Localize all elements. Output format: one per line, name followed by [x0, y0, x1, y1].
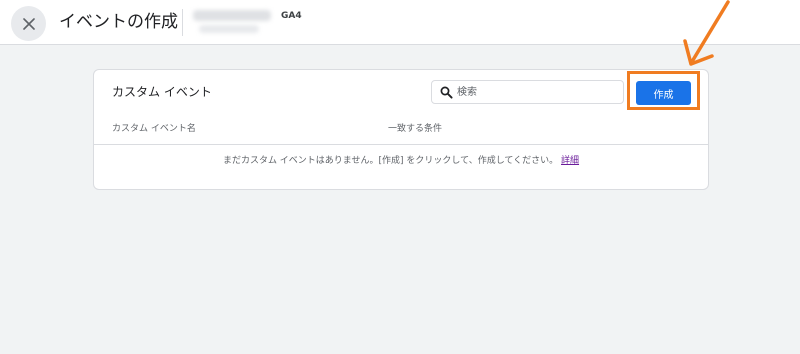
close-icon [22, 17, 35, 30]
details-link[interactable]: 詳細 [561, 156, 579, 166]
table-divider [94, 144, 708, 145]
custom-events-card: カスタム イベント 作成 カスタム イベント名 一致する条件 まだカスタム イベ… [93, 69, 709, 190]
search-box[interactable] [431, 80, 624, 104]
title-divider [182, 9, 183, 36]
property-id-redacted [199, 25, 259, 33]
search-icon [440, 86, 453, 99]
search-input[interactable] [457, 83, 617, 101]
card-title: カスタム イベント [112, 85, 212, 99]
column-header-matching-conditions: 一致する条件 [388, 124, 443, 134]
annotation-highlight-box [627, 71, 700, 110]
empty-state-message: まだカスタム イベントはありません。[作成] をクリックして、作成してください。… [94, 155, 708, 167]
column-header-event-name: カスタム イベント名 [112, 124, 196, 134]
page-title: イベントの作成 [59, 12, 178, 32]
close-button[interactable] [11, 6, 46, 41]
empty-state-text: まだカスタム イベントはありません。[作成] をクリックして、作成してください。 [222, 156, 559, 166]
property-tag: GA4 [281, 11, 302, 21]
arrow-icon [683, 0, 730, 66]
property-name-redacted [193, 10, 271, 21]
